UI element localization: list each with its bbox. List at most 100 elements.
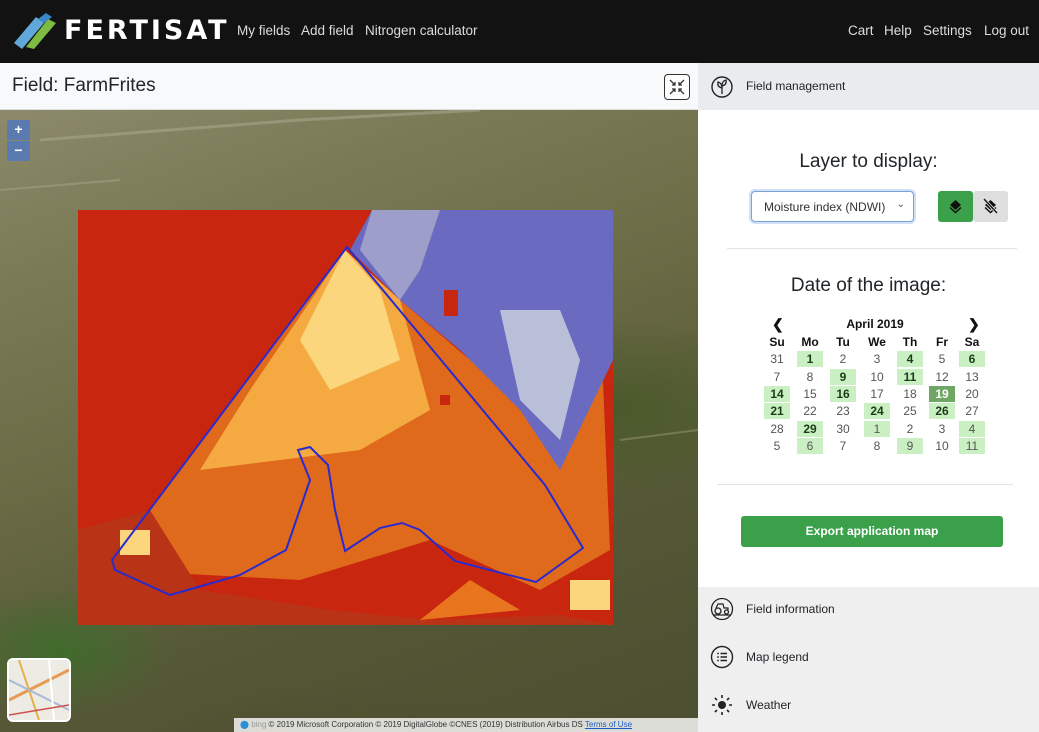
collapse-map-button[interactable] xyxy=(664,74,690,100)
calendar-day[interactable]: 4 xyxy=(959,420,985,437)
calendar-day[interactable]: 28 xyxy=(764,421,790,437)
calendar-day[interactable]: 31 xyxy=(764,351,790,367)
calendar-day[interactable]: 14 xyxy=(764,385,790,402)
calendar-day[interactable]: 12 xyxy=(929,369,955,385)
field-header: Field: FarmFrites xyxy=(0,63,698,110)
calendar-day[interactable]: 1 xyxy=(797,351,823,368)
bing-logo-icon: ⬤ xyxy=(240,720,252,729)
calendar-day[interactable]: 21 xyxy=(764,403,790,420)
sun-icon xyxy=(712,695,732,715)
nav-add-field[interactable]: Add field xyxy=(301,22,354,40)
calendar-day[interactable]: 7 xyxy=(830,438,856,454)
terms-of-use-link[interactable]: Terms of Use xyxy=(585,720,632,729)
calendar-prev-button[interactable]: ❮ xyxy=(772,316,784,333)
date-title: Date of the image: xyxy=(790,275,947,296)
calendar-weekday-fr: Fr xyxy=(936,335,948,349)
calendar-day[interactable]: 10 xyxy=(864,369,890,385)
calendar-day[interactable]: 30 xyxy=(830,421,856,437)
calendar-day[interactable]: 11 xyxy=(897,368,923,385)
tractor-icon xyxy=(710,597,734,621)
calendar-month: April 2019 xyxy=(846,317,904,331)
calendar-day[interactable]: 23 xyxy=(830,403,856,419)
field-management-label: Field management xyxy=(746,79,846,93)
field-title: Field: FarmFrites xyxy=(12,75,156,96)
map-view[interactable]: + − xyxy=(0,110,698,732)
calendar-day[interactable]: 5 xyxy=(764,438,790,454)
weather-item[interactable]: Weather xyxy=(698,683,1039,728)
zoom-in-button[interactable]: + xyxy=(7,120,30,140)
calendar-day[interactable]: 22 xyxy=(797,403,823,419)
calendar-day[interactable]: 17 xyxy=(864,386,890,402)
attribution-brand: bing xyxy=(251,720,267,729)
calendar-day[interactable]: 13 xyxy=(959,369,985,385)
calendar-day[interactable]: 3 xyxy=(929,421,955,437)
layer-select[interactable]: Moisture index (NDWI) ⌄ xyxy=(751,191,914,222)
calendar-day[interactable]: 6 xyxy=(797,437,823,454)
nav-settings[interactable]: Settings xyxy=(923,22,972,40)
layers-off-icon xyxy=(982,197,999,215)
calendar-day[interactable]: 8 xyxy=(797,369,823,385)
calendar-day[interactable]: 16 xyxy=(830,385,856,402)
calendar-day[interactable]: 7 xyxy=(764,369,790,385)
calendar-day[interactable]: 1 xyxy=(864,420,890,437)
calendar-day[interactable]: 8 xyxy=(864,438,890,454)
calendar-weekday-mo: Mo xyxy=(801,335,819,349)
list-icon xyxy=(710,645,734,669)
nav-log-out[interactable]: Log out xyxy=(984,22,1029,40)
nav-help[interactable]: Help xyxy=(884,22,912,40)
weather-label: Weather xyxy=(746,698,792,712)
brand-name[interactable]: FERTISAT xyxy=(64,14,230,48)
street-map-icon xyxy=(9,660,69,720)
calendar-day[interactable]: 9 xyxy=(830,368,856,385)
layer-minimap[interactable] xyxy=(7,658,71,722)
calendar-weekday-th: Th xyxy=(902,335,918,349)
zoom-out-button[interactable]: − xyxy=(7,141,30,161)
map-attribution: ⬤ bing © 2019 Microsoft Corporation © 20… xyxy=(234,718,698,732)
nav-cart[interactable]: Cart xyxy=(848,22,874,40)
calendar-day[interactable]: 29 xyxy=(797,420,823,437)
calendar-weekday-tu: Tu xyxy=(836,335,850,349)
calendar-day[interactable]: 27 xyxy=(959,403,985,419)
divider xyxy=(717,484,1013,485)
calendar-day[interactable]: 5 xyxy=(929,351,955,367)
map-legend-label: Map legend xyxy=(746,650,809,664)
export-application-map-button[interactable]: Export application map xyxy=(741,516,1003,547)
calendar-day[interactable]: 3 xyxy=(864,351,890,367)
calendar-day[interactable]: 26 xyxy=(929,403,955,420)
nav-nitrogen-calculator[interactable]: Nitrogen calculator xyxy=(365,22,478,40)
calendar-day[interactable]: 25 xyxy=(897,403,923,419)
show-layer-button[interactable] xyxy=(938,191,973,222)
layers-icon xyxy=(949,200,962,214)
calendar-day[interactable]: 20 xyxy=(959,386,985,402)
attribution-text: © 2019 Microsoft Corporation © 2019 Digi… xyxy=(268,720,583,729)
fertisat-logo-icon xyxy=(14,13,56,49)
calendar-next-button[interactable]: ❯ xyxy=(968,316,980,333)
chevron-down-icon: ⌄ xyxy=(896,199,905,210)
calendar-day[interactable]: 11 xyxy=(959,437,985,454)
hide-layer-button[interactable] xyxy=(973,191,1008,222)
nav-my-fields[interactable]: My fields xyxy=(237,22,290,40)
calendar-day[interactable]: 4 xyxy=(897,351,923,368)
field-information-item[interactable]: Field information xyxy=(698,587,1039,632)
calendar-day[interactable]: 18 xyxy=(897,386,923,402)
layer-select-value: Moisture index (NDWI) xyxy=(764,200,886,214)
map-legend-item[interactable]: Map legend xyxy=(698,635,1039,680)
calendar-day[interactable]: 15 xyxy=(797,386,823,402)
calendar-weekday-we: We xyxy=(868,335,886,349)
calendar-day[interactable]: 24 xyxy=(864,403,890,420)
calendar-weekday-sa: Sa xyxy=(964,335,980,349)
moisture-raster xyxy=(78,210,613,625)
calendar-day[interactable]: 10 xyxy=(929,438,955,454)
top-navbar: FERTISAT My fields Add field Nitrogen ca… xyxy=(0,0,1039,63)
plant-icon xyxy=(711,76,733,98)
calendar-day[interactable]: 2 xyxy=(897,421,923,437)
calendar-day[interactable]: 9 xyxy=(897,437,923,454)
calendar-day[interactable]: 19 xyxy=(929,385,955,402)
calendar-day[interactable]: 6 xyxy=(959,351,985,368)
calendar-weekday-su: Su xyxy=(769,335,785,349)
compress-icon xyxy=(669,79,685,95)
field-management-header[interactable]: Field management xyxy=(698,63,1039,110)
calendar-day[interactable]: 2 xyxy=(830,351,856,367)
divider xyxy=(727,248,1017,249)
layer-title: Layer to display: xyxy=(799,151,938,172)
